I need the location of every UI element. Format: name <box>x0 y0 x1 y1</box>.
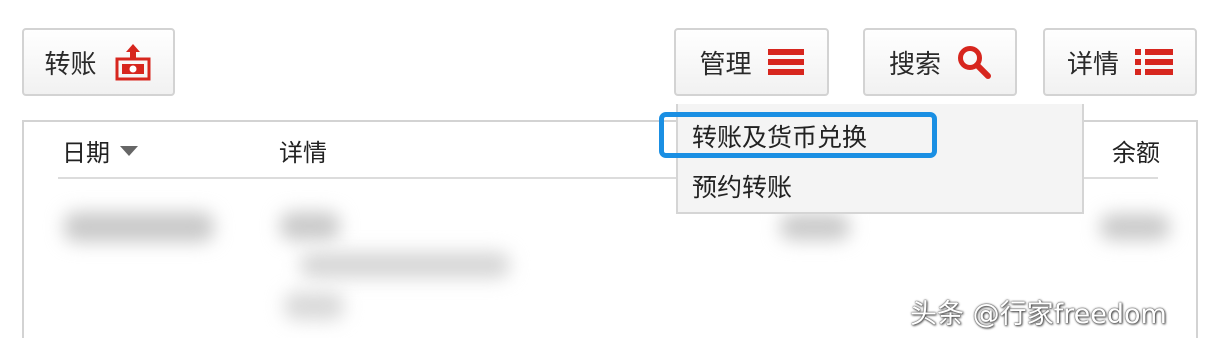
list-icon <box>1135 47 1173 77</box>
search-button-label: 搜索 <box>888 49 941 80</box>
blurred-balance-cell <box>1100 214 1170 240</box>
search-button[interactable]: 搜索 <box>863 28 1017 96</box>
blurred-date-cell <box>64 212 214 242</box>
details-column-header: 详情 <box>279 139 327 167</box>
details-button[interactable]: 详情 <box>1043 28 1197 96</box>
date-column-label: 日期 <box>62 139 110 167</box>
watermark: 头条 @行家freedom <box>910 299 1167 330</box>
transfer-button-label: 转账 <box>44 49 97 80</box>
cash-transfer-icon <box>113 42 153 82</box>
blurred-detail-cell <box>284 292 344 320</box>
manage-button-label: 管理 <box>699 49 752 80</box>
caret-down-icon <box>120 145 138 157</box>
manage-button[interactable]: 管理 <box>674 28 829 96</box>
date-column-header[interactable]: 日期 <box>62 133 138 168</box>
menu-item-scheduled-transfer[interactable]: 预约转账 <box>692 168 792 204</box>
highlight-box <box>659 112 937 158</box>
details-button-label: 详情 <box>1066 49 1119 80</box>
balance-column-header: 余额 <box>1112 139 1160 167</box>
blurred-detail-cell <box>280 212 340 240</box>
blurred-detail-cell <box>300 252 510 278</box>
hamburger-menu-icon <box>767 47 804 77</box>
blurred-amount-cell <box>780 214 850 240</box>
transfer-button[interactable]: 转账 <box>22 28 175 96</box>
magnifier-icon <box>957 45 991 79</box>
